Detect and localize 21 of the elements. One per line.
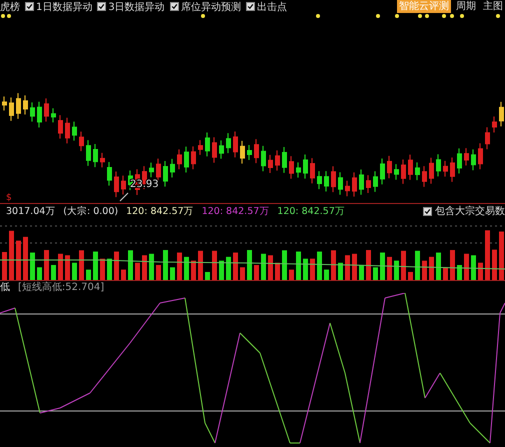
toolbar-label: 虎榜: [0, 0, 20, 14]
volume-value: 3017.04万: [6, 204, 56, 218]
toolbar-button[interactable]: 周期: [454, 0, 478, 13]
checkbox-label: 3日数据异动: [108, 0, 165, 14]
volume-value: 120: 842.57万: [126, 204, 194, 218]
marker-symbol: $: [6, 193, 12, 203]
volume-value: 120: 842.57万: [202, 204, 270, 218]
indicator-value: [短线高低:52.704]: [18, 280, 104, 294]
checkbox-label: 1日数据异动: [36, 0, 92, 14]
volume-value: (大宗: 0.00): [63, 204, 118, 218]
checkbox-label: 包含大宗交易数: [435, 204, 505, 218]
checkbox-label: 席位异动预测: [180, 0, 241, 14]
indicator-name: 低: [0, 281, 10, 294]
checkbox[interactable]: [423, 206, 432, 216]
checkbox[interactable]: [170, 2, 179, 11]
checkbox[interactable]: [246, 2, 255, 11]
toolbar-button[interactable]: 主图: [481, 0, 505, 13]
volume-value: 120: 842.57万: [277, 204, 345, 218]
checkbox[interactable]: [25, 2, 34, 11]
checkbox[interactable]: [97, 2, 106, 11]
checkbox-label: 出击点: [256, 0, 287, 14]
